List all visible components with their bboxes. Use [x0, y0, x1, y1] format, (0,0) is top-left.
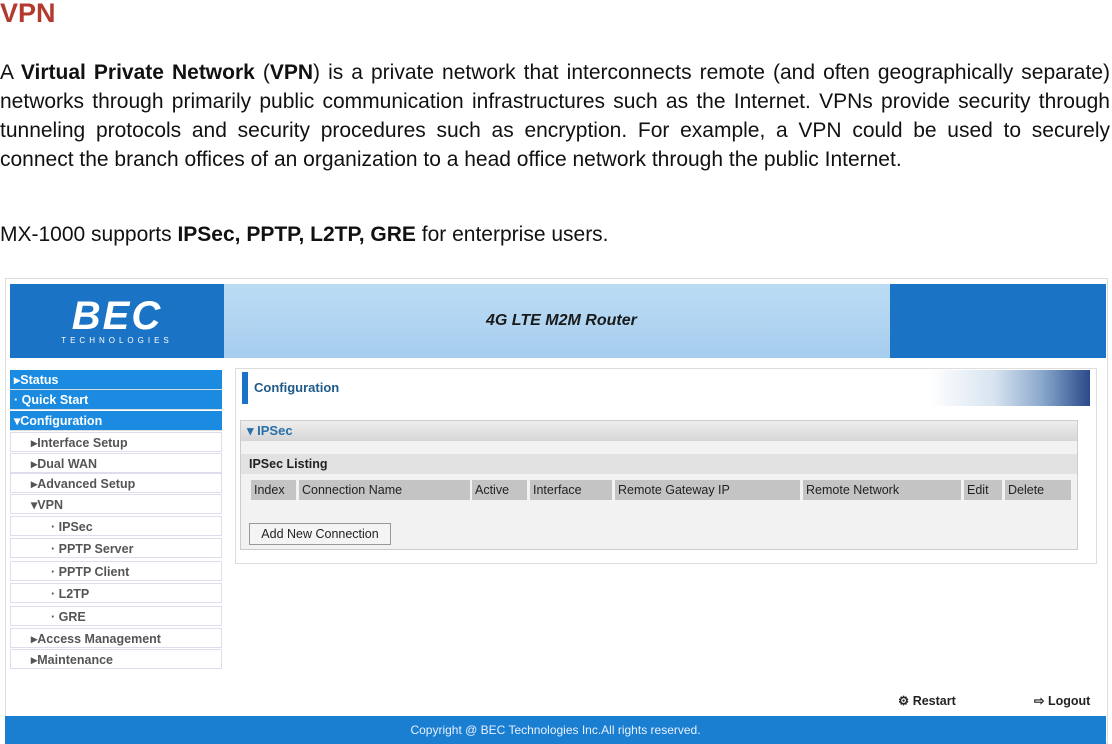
sidebar-item[interactable]: · IPSec [10, 516, 222, 536]
sidebar-item[interactable]: · GRE [10, 606, 222, 626]
column-header: Interface [530, 480, 612, 500]
column-header: Index [251, 480, 296, 500]
sidebar-item[interactable]: · PPTP Server [10, 538, 222, 558]
intro-paragraph: A Virtual Private Network (VPN) is a pri… [0, 61, 1110, 171]
support-paragraph: MX-1000 supports IPSec, PPTP, L2TP, GRE … [0, 223, 609, 246]
ipsec-listing-title: IPSec Listing [241, 454, 1077, 474]
sidebar-item[interactable]: ▸Dual WAN [10, 453, 222, 473]
product-title: 4G LTE M2M Router [486, 312, 637, 329]
column-header: Remote Gateway IP [615, 480, 800, 500]
logout-button[interactable]: ⇨ Logout [1034, 693, 1090, 708]
sidebar-item[interactable]: · L2TP [10, 583, 222, 603]
header-image [930, 370, 1090, 406]
restart-icon: ⚙ [898, 694, 913, 708]
sidebar-item[interactable]: ▸Status [10, 370, 222, 390]
sidebar-item[interactable]: ▸Access Management [10, 628, 222, 648]
column-header: Edit [964, 480, 1002, 500]
sidebar-item[interactable]: · PPTP Client [10, 561, 222, 581]
footer-copyright: Copyright @ BEC Technologies Inc.All rig… [5, 716, 1106, 744]
sidebar-item[interactable]: ▾VPN [10, 494, 222, 514]
column-header: Connection Name [299, 480, 470, 500]
column-header: Delete [1005, 480, 1071, 500]
banner: 4G LTE M2M Router [224, 284, 890, 358]
add-new-connection-button[interactable]: Add New Connection [249, 523, 391, 545]
column-header: Remote Network [803, 480, 961, 500]
title-accent [242, 372, 248, 404]
sidebar-item[interactable]: ▸Interface Setup [10, 432, 222, 452]
banner-right [890, 284, 1106, 358]
restart-button[interactable]: ⚙ Restart [898, 693, 956, 708]
config-title: Configuration [254, 380, 340, 395]
ipsec-section-header[interactable]: ▾ IPSec [241, 421, 1077, 441]
column-header: Active [472, 480, 527, 500]
logout-icon: ⇨ [1034, 694, 1048, 708]
sidebar-item[interactable]: ▸Maintenance [10, 649, 222, 669]
sidebar-item[interactable]: ▾Configuration [10, 411, 222, 431]
sidebar-item[interactable]: ▸Advanced Setup [10, 473, 222, 493]
sidebar-item[interactable]: · Quick Start [10, 390, 222, 410]
bec-logo: BEC TECHNOLOGIES [10, 284, 224, 358]
page-heading: VPN [0, 0, 56, 28]
